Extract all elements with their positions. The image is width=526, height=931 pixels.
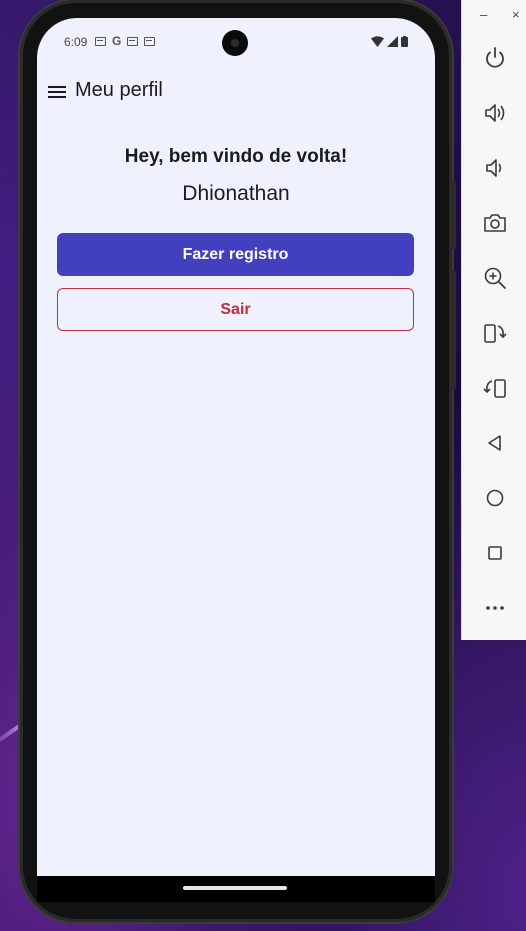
wifi-icon bbox=[371, 36, 384, 47]
notification-icons: G bbox=[95, 34, 156, 48]
zoom-in-icon[interactable] bbox=[482, 265, 508, 291]
username-label: Dhionathan bbox=[182, 182, 290, 205]
back-icon[interactable] bbox=[482, 430, 508, 456]
power-icon[interactable] bbox=[482, 45, 508, 71]
close-button[interactable]: × bbox=[512, 7, 520, 22]
signal-icon bbox=[387, 36, 398, 47]
rotate-left-icon[interactable] bbox=[482, 320, 508, 346]
emulator-window-controls: – × bbox=[462, 7, 526, 25]
battery-icon bbox=[401, 36, 408, 47]
notification-icon bbox=[95, 36, 106, 46]
register-button[interactable]: Fazer registro bbox=[57, 233, 414, 276]
google-icon: G bbox=[112, 34, 122, 48]
volume-up-icon[interactable] bbox=[482, 100, 508, 126]
home-icon[interactable] bbox=[482, 485, 508, 511]
page-title: Meu perfil bbox=[75, 79, 163, 101]
emulator-toolbar: – × bbox=[461, 0, 526, 640]
phone-side-button bbox=[450, 270, 456, 390]
volume-down-icon[interactable] bbox=[482, 155, 508, 181]
camera-icon[interactable] bbox=[482, 210, 508, 236]
status-time: 6:09 bbox=[64, 35, 88, 49]
notification-icon bbox=[144, 36, 156, 46]
phone-screen: 6:09 G Meu perfil Hey, bem vindo de volt… bbox=[37, 18, 435, 878]
more-icon[interactable] bbox=[482, 595, 508, 621]
rotate-right-icon[interactable] bbox=[482, 375, 508, 401]
home-gesture-handle[interactable] bbox=[183, 886, 287, 890]
welcome-greeting: Hey, bem vindo de volta! bbox=[124, 146, 348, 167]
logout-button[interactable]: Sair bbox=[57, 288, 414, 331]
status-bar: 6:09 G bbox=[37, 18, 435, 64]
front-camera bbox=[222, 30, 248, 56]
phone-side-button bbox=[450, 180, 456, 250]
system-status-icons bbox=[371, 36, 408, 47]
app-bar: Meu perfil bbox=[37, 74, 435, 110]
overview-icon[interactable] bbox=[482, 540, 508, 566]
navigation-bar bbox=[37, 876, 435, 902]
hamburger-menu-icon[interactable] bbox=[45, 80, 69, 104]
notification-icon bbox=[127, 36, 139, 46]
minimize-button[interactable]: – bbox=[480, 7, 487, 22]
